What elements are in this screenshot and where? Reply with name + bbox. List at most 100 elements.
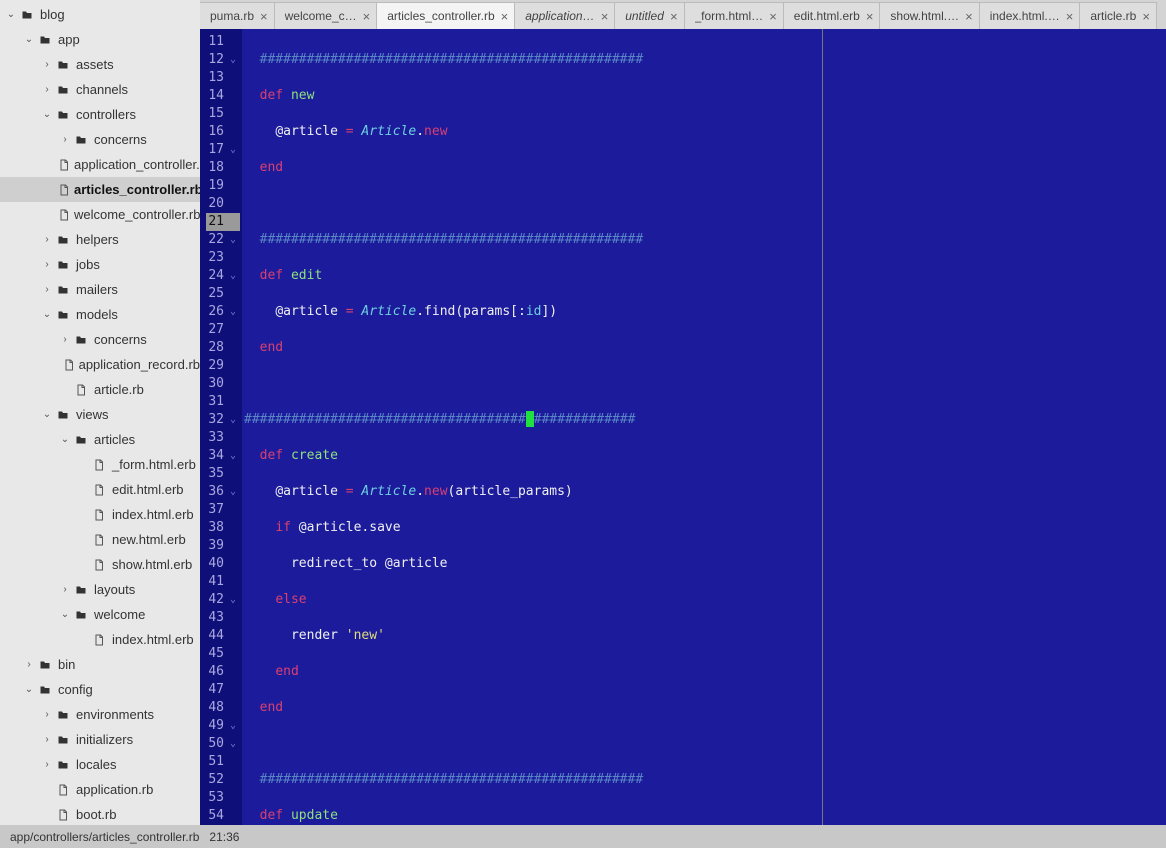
close-icon[interactable]: × xyxy=(363,10,371,23)
tree-folder[interactable]: ⌄blog xyxy=(0,2,200,27)
editor-tab[interactable]: index.html.…× xyxy=(980,2,1081,29)
line-number[interactable]: 31 xyxy=(206,393,240,411)
tree-folder[interactable]: ⌄models xyxy=(0,302,200,327)
tree-file[interactable]: boot.rb xyxy=(0,802,200,825)
line-number[interactable]: 47 xyxy=(206,681,240,699)
tree-file[interactable]: index.html.erb xyxy=(0,502,200,527)
close-icon[interactable]: × xyxy=(1066,10,1074,23)
line-number[interactable]: 49⌄ xyxy=(206,717,240,735)
chevron-down-icon[interactable]: ⌄ xyxy=(40,109,54,120)
tree-file[interactable]: application_controller.rb xyxy=(0,152,200,177)
editor-tab[interactable]: _form.html…× xyxy=(685,2,784,29)
line-number[interactable]: 46 xyxy=(206,663,240,681)
tree-folder[interactable]: ›bin xyxy=(0,652,200,677)
line-number[interactable]: 37 xyxy=(206,501,240,519)
line-number[interactable]: 50⌄ xyxy=(206,735,240,753)
chevron-right-icon[interactable]: › xyxy=(40,759,54,770)
line-number[interactable]: 29 xyxy=(206,357,240,375)
tree-folder[interactable]: ›environments xyxy=(0,702,200,727)
line-number[interactable]: 51 xyxy=(206,753,240,771)
editor-tab[interactable]: show.html.…× xyxy=(880,2,979,29)
tree-file[interactable]: new.html.erb xyxy=(0,527,200,552)
line-number[interactable]: 34⌄ xyxy=(206,447,240,465)
tree-folder[interactable]: ›jobs xyxy=(0,252,200,277)
line-number[interactable]: 13 xyxy=(206,69,240,87)
tree-folder[interactable]: ›channels xyxy=(0,77,200,102)
line-number[interactable]: 43 xyxy=(206,609,240,627)
tree-folder[interactable]: ›assets xyxy=(0,52,200,77)
chevron-down-icon[interactable]: ⌄ xyxy=(58,609,72,620)
tree-folder[interactable]: ›concerns xyxy=(0,327,200,352)
chevron-right-icon[interactable]: › xyxy=(40,234,54,245)
editor-tab[interactable]: article.rb× xyxy=(1080,2,1157,29)
code-area[interactable]: ########################################… xyxy=(242,29,822,825)
fold-icon[interactable]: ⌄ xyxy=(226,483,236,501)
editor-tab[interactable]: welcome_c…× xyxy=(275,2,378,29)
tree-folder[interactable]: ›mailers xyxy=(0,277,200,302)
chevron-down-icon[interactable]: ⌄ xyxy=(22,684,36,695)
fold-icon[interactable]: ⌄ xyxy=(226,717,236,735)
close-icon[interactable]: × xyxy=(965,10,973,23)
close-icon[interactable]: × xyxy=(866,10,874,23)
line-number[interactable]: 44 xyxy=(206,627,240,645)
close-icon[interactable]: × xyxy=(501,10,509,23)
close-icon[interactable]: × xyxy=(670,10,678,23)
chevron-down-icon[interactable]: ⌄ xyxy=(58,434,72,445)
line-number[interactable]: 35 xyxy=(206,465,240,483)
line-number[interactable]: 14 xyxy=(206,87,240,105)
tree-folder[interactable]: ⌄app xyxy=(0,27,200,52)
fold-icon[interactable]: ⌄ xyxy=(226,303,236,321)
chevron-right-icon[interactable]: › xyxy=(58,134,72,145)
chevron-right-icon[interactable]: › xyxy=(58,584,72,595)
line-number[interactable]: 27 xyxy=(206,321,240,339)
line-number[interactable]: 20 xyxy=(206,195,240,213)
editor-tab[interactable]: puma.rb× xyxy=(200,2,275,29)
tree-file[interactable]: articles_controller.rb xyxy=(0,177,200,202)
chevron-right-icon[interactable]: › xyxy=(22,659,36,670)
line-number[interactable]: 53 xyxy=(206,789,240,807)
tree-file[interactable]: show.html.erb xyxy=(0,552,200,577)
tree-file[interactable]: welcome_controller.rb xyxy=(0,202,200,227)
editor-tab[interactable]: application…× xyxy=(515,2,615,29)
chevron-down-icon[interactable]: ⌄ xyxy=(40,309,54,320)
line-number[interactable]: 16 xyxy=(206,123,240,141)
secondary-panel[interactable] xyxy=(822,29,1166,825)
line-number[interactable]: 39 xyxy=(206,537,240,555)
line-number[interactable]: 52 xyxy=(206,771,240,789)
tree-folder[interactable]: ›initializers xyxy=(0,727,200,752)
line-number[interactable]: 33 xyxy=(206,429,240,447)
file-tree[interactable]: ⌄blog⌄app›assets›channels⌄controllers›co… xyxy=(0,0,200,825)
fold-icon[interactable]: ⌄ xyxy=(226,51,236,69)
line-number[interactable]: 22⌄ xyxy=(206,231,240,249)
fold-icon[interactable]: ⌄ xyxy=(226,411,236,429)
tree-folder[interactable]: ›helpers xyxy=(0,227,200,252)
fold-icon[interactable]: ⌄ xyxy=(226,447,236,465)
fold-icon[interactable]: ⌄ xyxy=(226,591,236,609)
line-number[interactable]: 32⌄ xyxy=(206,411,240,429)
tree-folder[interactable]: ⌄views xyxy=(0,402,200,427)
line-number[interactable]: 26⌄ xyxy=(206,303,240,321)
line-number[interactable]: 23 xyxy=(206,249,240,267)
close-icon[interactable]: × xyxy=(769,10,777,23)
tree-folder[interactable]: ⌄config xyxy=(0,677,200,702)
line-number[interactable]: 42⌄ xyxy=(206,591,240,609)
chevron-right-icon[interactable]: › xyxy=(40,259,54,270)
line-number[interactable]: 17⌄ xyxy=(206,141,240,159)
close-icon[interactable]: × xyxy=(601,10,609,23)
line-number[interactable]: 12⌄ xyxy=(206,51,240,69)
line-number[interactable]: 25 xyxy=(206,285,240,303)
line-number[interactable]: 45 xyxy=(206,645,240,663)
tree-folder[interactable]: ⌄welcome xyxy=(0,602,200,627)
line-number[interactable]: 36⌄ xyxy=(206,483,240,501)
line-number[interactable]: 11 xyxy=(206,33,240,51)
line-number[interactable]: 40 xyxy=(206,555,240,573)
close-icon[interactable]: × xyxy=(260,10,268,23)
line-number[interactable]: 15 xyxy=(206,105,240,123)
fold-icon[interactable]: ⌄ xyxy=(226,141,236,159)
chevron-down-icon[interactable]: ⌄ xyxy=(4,9,18,20)
tree-folder[interactable]: ›locales xyxy=(0,752,200,777)
close-icon[interactable]: × xyxy=(1142,10,1150,23)
tree-file[interactable]: _form.html.erb xyxy=(0,452,200,477)
editor-tab[interactable]: articles_controller.rb× xyxy=(377,2,515,29)
tree-file[interactable]: index.html.erb xyxy=(0,627,200,652)
